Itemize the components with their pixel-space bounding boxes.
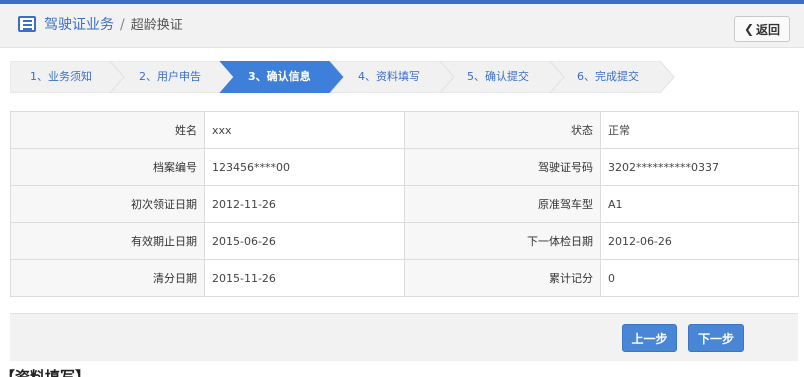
file-number-value: 123456****00 bbox=[204, 148, 405, 186]
next-step-button[interactable]: 下一步 bbox=[688, 324, 744, 352]
name-value: xxx bbox=[204, 111, 405, 149]
accumulated-points-label: 累计记分 bbox=[404, 259, 601, 297]
table-row: 档案编号 123456****00 驾驶证号码 3202**********03… bbox=[10, 148, 799, 186]
status-value: 正常 bbox=[600, 111, 799, 149]
driver-info-table: 姓名 xxx 状态 正常 档案编号 123456****00 驾驶证号码 320… bbox=[10, 111, 799, 297]
step-4[interactable]: 4、资料填写 bbox=[358, 61, 420, 93]
expiry-date-label: 有效期止日期 bbox=[10, 222, 205, 260]
file-number-label: 档案编号 bbox=[10, 148, 205, 186]
status-label: 状态 bbox=[404, 111, 601, 149]
step-progress-bar: 1、业务须知 2、用户申告 3、确认信息 4、资料填写 5、确认提交 6、完成提… bbox=[10, 61, 798, 93]
vehicle-class-value: A1 bbox=[600, 185, 799, 223]
vehicle-class-label: 原准驾车型 bbox=[404, 185, 601, 223]
points-clear-date-value: 2015-11-26 bbox=[204, 259, 405, 297]
previous-step-button[interactable]: 上一步 bbox=[622, 324, 677, 352]
expiry-date-value: 2015-06-26 bbox=[204, 222, 405, 260]
page-header: 驾驶证业务 / 超龄换证 ❮ 返回 bbox=[0, 4, 804, 48]
breadcrumb-current: 超龄换证 bbox=[130, 18, 183, 33]
list-icon bbox=[18, 16, 36, 32]
license-number-value: 3202**********0337 bbox=[600, 148, 799, 186]
chevron-left-icon: ❮ bbox=[743, 22, 755, 36]
first-issue-date-value: 2012-11-26 bbox=[204, 185, 405, 223]
section-heading-data-entry: 【资料填写】 bbox=[0, 368, 91, 377]
back-button-label: 返回 bbox=[756, 22, 781, 37]
step-3[interactable]: 3、确认信息 bbox=[248, 61, 311, 93]
breadcrumb-module[interactable]: 驾驶证业务 bbox=[44, 17, 114, 33]
next-exam-date-value: 2012-06-26 bbox=[600, 222, 799, 260]
next-exam-date-label: 下一体检日期 bbox=[404, 222, 601, 260]
name-label: 姓名 bbox=[10, 111, 205, 149]
accumulated-points-value: 0 bbox=[600, 259, 799, 297]
step-6[interactable]: 6、完成提交 bbox=[577, 61, 639, 93]
back-button[interactable]: ❮ 返回 bbox=[734, 16, 790, 42]
license-number-label: 驾驶证号码 bbox=[404, 148, 601, 186]
table-row: 初次领证日期 2012-11-26 原准驾车型 A1 bbox=[10, 185, 799, 223]
step-2[interactable]: 2、用户申告 bbox=[139, 61, 201, 93]
breadcrumb-separator: / bbox=[120, 17, 125, 33]
table-row: 清分日期 2015-11-26 累计记分 0 bbox=[10, 259, 799, 297]
points-clear-date-label: 清分日期 bbox=[10, 259, 205, 297]
breadcrumb: 驾驶证业务 / 超龄换证 bbox=[44, 16, 183, 35]
step-1[interactable]: 1、业务须知 bbox=[30, 61, 92, 93]
table-row: 姓名 xxx 状态 正常 bbox=[10, 111, 799, 149]
step-5[interactable]: 5、确认提交 bbox=[467, 61, 529, 93]
first-issue-date-label: 初次领证日期 bbox=[10, 185, 205, 223]
table-row: 有效期止日期 2015-06-26 下一体检日期 2012-06-26 bbox=[10, 222, 799, 260]
action-footer: 上一步 下一步 bbox=[10, 313, 798, 361]
